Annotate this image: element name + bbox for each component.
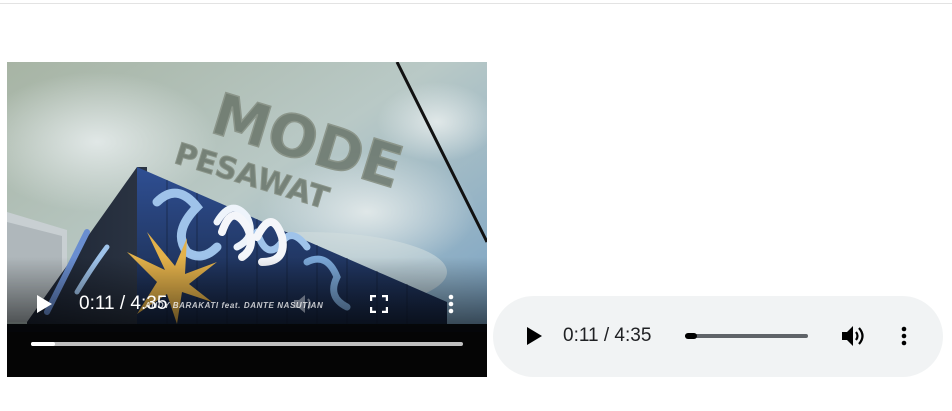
more-vert-icon	[448, 294, 454, 314]
audio-progress-bar[interactable]	[685, 333, 808, 339]
audio-progress-fill	[685, 333, 697, 339]
more-vert-icon	[901, 326, 907, 346]
play-icon	[37, 295, 52, 313]
controls-band	[7, 332, 487, 377]
video-play-button[interactable]	[29, 291, 59, 317]
video-player[interactable]: MODE PESAWAT ANDY BARAKATI feat. DANTE N…	[7, 62, 487, 377]
video-time-display: 0:11 / 4:35	[79, 293, 168, 314]
audio-time-display: 0:11 / 4:35	[563, 325, 652, 346]
top-divider	[0, 3, 952, 4]
audio-menu-button[interactable]	[893, 323, 915, 349]
video-progress-fill	[31, 342, 55, 346]
video-fullscreen-button[interactable]	[365, 291, 393, 317]
audio-volume-button[interactable]	[839, 323, 869, 349]
video-progress-bar[interactable]	[31, 342, 463, 346]
volume-icon	[842, 326, 864, 346]
volume-icon	[294, 295, 311, 313]
play-icon	[527, 327, 542, 345]
video-volume-button[interactable]	[289, 291, 319, 317]
video-menu-button[interactable]	[439, 291, 463, 317]
fullscreen-icon	[370, 295, 388, 313]
audio-player[interactable]: 0:11 / 4:35	[493, 296, 943, 377]
video-credit-text: ANDY BARAKATI feat. DANTE NASUTIAN	[145, 301, 324, 310]
audio-play-button[interactable]	[521, 323, 547, 349]
